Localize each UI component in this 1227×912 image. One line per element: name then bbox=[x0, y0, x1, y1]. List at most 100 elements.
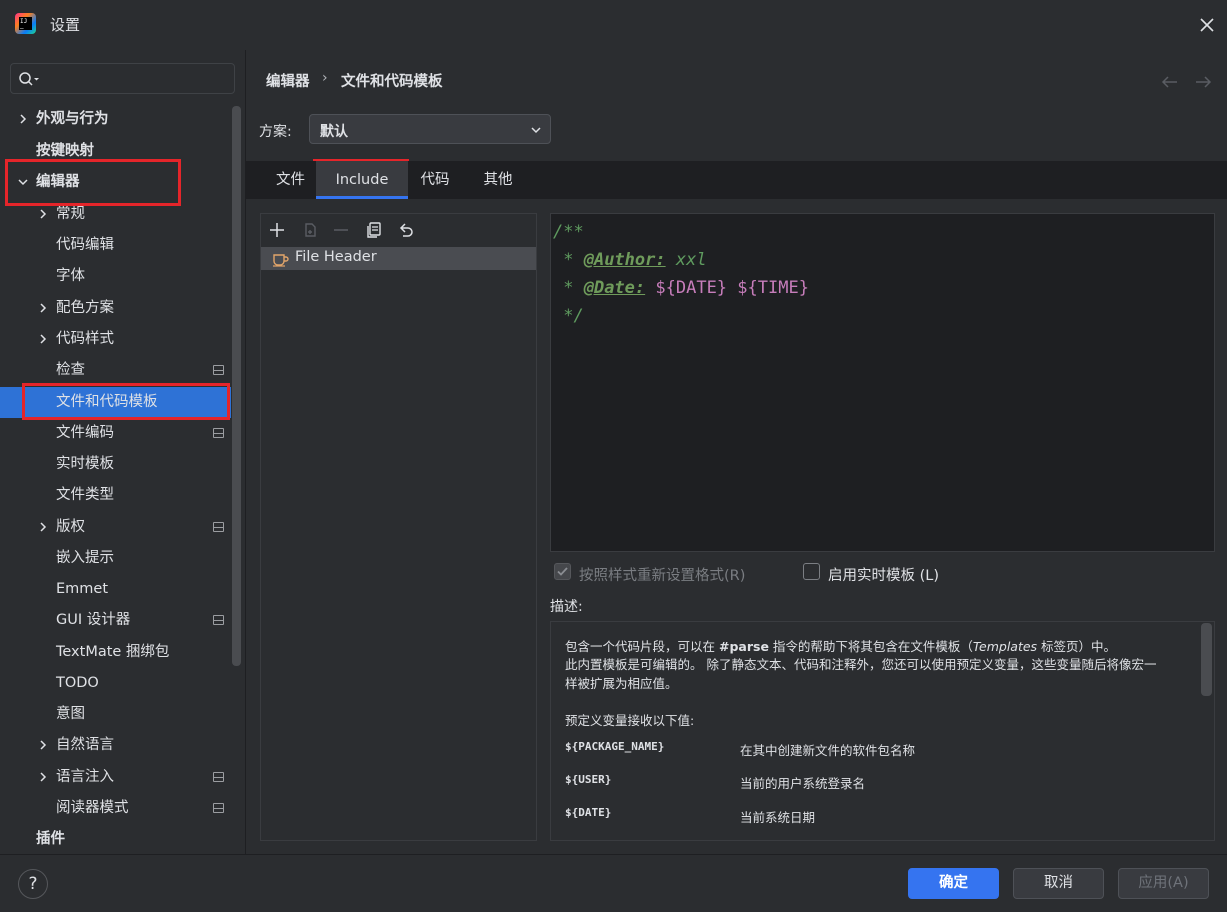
code-line: * @Author: xxl bbox=[553, 246, 1214, 274]
tree-item-label: Emmet bbox=[56, 581, 109, 597]
tree-item-file-types[interactable]: 文件类型 bbox=[0, 480, 231, 511]
chevron-right-icon bbox=[40, 209, 47, 219]
tree-item-label: 意图 bbox=[56, 706, 85, 722]
tree-item-intentions[interactable]: 意图 bbox=[0, 699, 231, 730]
tree-item-label: TextMate 捆绑包 bbox=[56, 644, 170, 660]
tree-item-live-templates[interactable]: 实时模板 bbox=[0, 449, 231, 480]
copy-template-button[interactable] bbox=[364, 220, 384, 240]
tree-item-label: 语言注入 bbox=[56, 769, 114, 785]
add-template-button[interactable] bbox=[267, 220, 287, 240]
add-child-icon bbox=[305, 223, 316, 237]
tree-item-todo[interactable]: TODO bbox=[0, 668, 231, 699]
tree-item-gui-designer[interactable]: GUI 设计器 bbox=[0, 605, 231, 636]
sidebar-scrollbar[interactable] bbox=[232, 106, 241, 666]
close-window-button[interactable] bbox=[1192, 10, 1222, 40]
tree-item-label: 文件类型 bbox=[56, 487, 114, 503]
project-scope-icon bbox=[213, 428, 224, 438]
code-variable: ${TIME} bbox=[737, 278, 809, 298]
code-line: */ bbox=[553, 302, 1214, 330]
remove-template-button[interactable] bbox=[331, 220, 351, 240]
settings-search-input[interactable] bbox=[10, 63, 235, 94]
code-comment: /** bbox=[553, 222, 584, 242]
plus-icon bbox=[270, 223, 284, 237]
scheme-label: 方案: bbox=[259, 124, 292, 140]
description-scrollbar[interactable] bbox=[1201, 623, 1212, 696]
tree-item-code-style[interactable]: 代码样式 bbox=[0, 324, 231, 355]
tree-item-language-injections[interactable]: 语言注入 bbox=[0, 762, 231, 793]
highlight-file-templates bbox=[22, 383, 230, 420]
arrow-left-icon bbox=[1161, 76, 1177, 88]
code-variable: ${DATE} bbox=[655, 278, 728, 298]
tree-item-inlay-hints[interactable]: 嵌入提示 bbox=[0, 543, 231, 574]
intellij-app-icon: IJ — bbox=[15, 13, 36, 34]
chevron-right-icon bbox=[40, 522, 47, 532]
code-comment: */ bbox=[553, 306, 584, 326]
tree-item-label: TODO bbox=[56, 675, 99, 691]
tree-item-code-editing[interactable]: 代码编辑 bbox=[0, 230, 231, 261]
chevron-right-icon bbox=[40, 772, 47, 782]
code-line: /** bbox=[553, 218, 1214, 246]
copy-icon bbox=[367, 222, 381, 238]
scheme-dropdown[interactable]: 默认 bbox=[309, 114, 551, 144]
tree-item-label: 阅读器模式 bbox=[56, 800, 129, 816]
template-item-file-header[interactable]: File Header bbox=[261, 247, 536, 270]
description-text: 包含一个代码片段，可以在 bbox=[565, 639, 719, 654]
tab-code[interactable]: 代码 bbox=[409, 161, 461, 199]
footer-divider bbox=[0, 854, 1227, 855]
ok-button[interactable]: 确定 bbox=[908, 868, 999, 899]
back-button[interactable] bbox=[1161, 74, 1179, 93]
tree-item-appearance[interactable]: 外观与行为 bbox=[0, 104, 231, 135]
template-tabs: 文件 Include 代码 其他 bbox=[246, 161, 1227, 199]
tree-item-color-scheme[interactable]: 配色方案 bbox=[0, 293, 231, 324]
description-text: 标签页）中。 bbox=[1037, 639, 1117, 654]
reset-template-button[interactable] bbox=[396, 220, 416, 240]
template-item-label: File Header bbox=[295, 249, 377, 265]
tree-item-natural-languages[interactable]: 自然语言 bbox=[0, 730, 231, 761]
apply-button[interactable]: 应用(A) bbox=[1118, 868, 1209, 899]
tree-item-textmate-bundles[interactable]: TextMate 捆绑包 bbox=[0, 637, 231, 668]
variable-name: ${PACKAGE_NAME} bbox=[565, 740, 665, 753]
variable-description: 在其中创建新文件的软件包名称 bbox=[740, 743, 916, 758]
settings-tree: 外观与行为 按键映射 编辑器 常规 代码编辑 字体 配色方案 代码样式 检查 文… bbox=[0, 104, 231, 847]
tab-include[interactable]: Include bbox=[316, 161, 408, 199]
variable-description: 当前的用户系统登录名 bbox=[740, 776, 866, 791]
tree-item-plugins[interactable]: 插件 bbox=[0, 824, 231, 855]
tree-item-inspections[interactable]: 检查 bbox=[0, 355, 231, 386]
tab-files[interactable]: 文件 bbox=[264, 161, 317, 199]
description-panel: 包含一个代码片段，可以在 #parse 指令的帮助下将其包含在文件模板（Temp… bbox=[550, 621, 1215, 841]
tree-item-file-encodings[interactable]: 文件编码 bbox=[0, 418, 231, 449]
template-code-editor[interactable]: /** * @Author: xxl * @Date: ${DATE} ${TI… bbox=[550, 213, 1215, 552]
code-comment: * bbox=[553, 278, 584, 298]
minus-icon bbox=[334, 229, 348, 231]
code-comment: xxl bbox=[665, 250, 707, 270]
tree-item-font[interactable]: 字体 bbox=[0, 261, 231, 292]
tree-item-emmet[interactable]: Emmet bbox=[0, 574, 231, 605]
reformat-checkbox[interactable] bbox=[554, 563, 571, 580]
tree-item-label: 嵌入提示 bbox=[56, 550, 114, 566]
description-line: 包含一个代码片段，可以在 #parse 指令的帮助下将其包含在文件模板（Temp… bbox=[565, 636, 1116, 655]
project-scope-icon bbox=[213, 615, 224, 625]
reformat-label: 按照样式重新设置格式(R) bbox=[579, 568, 746, 584]
tree-item-label: 外观与行为 bbox=[36, 111, 109, 127]
title-bar bbox=[0, 0, 1227, 50]
java-cup-icon bbox=[273, 254, 289, 267]
description-text: 指令的帮助下将其包含在文件模板（ bbox=[768, 639, 973, 654]
undo-icon bbox=[399, 223, 413, 237]
highlight-editor bbox=[5, 159, 181, 206]
forward-button[interactable] bbox=[1194, 74, 1212, 93]
breadcrumb-editor[interactable]: 编辑器 bbox=[266, 70, 310, 91]
tree-item-reader-mode[interactable]: 阅读器模式 bbox=[0, 793, 231, 824]
description-line: 此内置模板是可编辑的。 除了静态文本、代码和注释外，您还可以使用预定义变量，这些… bbox=[565, 657, 1157, 672]
cancel-button[interactable]: 取消 bbox=[1013, 868, 1104, 899]
tree-item-copyright[interactable]: 版权 bbox=[0, 512, 231, 543]
create-child-template-button[interactable] bbox=[301, 220, 321, 240]
search-icon bbox=[19, 72, 39, 86]
description-label: 描述: bbox=[550, 599, 583, 615]
live-templates-checkbox[interactable] bbox=[803, 563, 820, 580]
search-field[interactable] bbox=[47, 68, 227, 89]
tab-other[interactable]: 其他 bbox=[471, 161, 525, 199]
help-button[interactable]: ? bbox=[18, 869, 48, 899]
tree-item-label: 自然语言 bbox=[56, 737, 114, 753]
breadcrumb-separator: › bbox=[322, 70, 328, 86]
